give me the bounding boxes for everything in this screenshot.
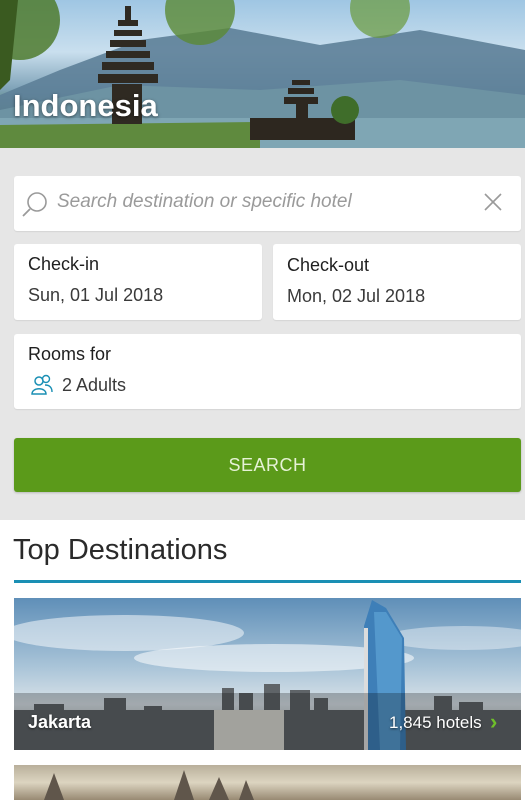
hero-landscape-image (0, 0, 525, 148)
rooms-field[interactable]: Rooms for 2 Adults (14, 334, 521, 409)
close-icon[interactable] (484, 193, 502, 211)
checkout-value: Mon, 02 Jul 2018 (287, 286, 426, 306)
destination-card-next[interactable] (14, 765, 521, 800)
hotel-count: 1,845 hotels (389, 713, 482, 732)
hero-banner: Indonesia (0, 0, 525, 148)
temple-image (14, 765, 521, 800)
section-heading: Top Destinations (13, 534, 228, 566)
checkin-label: Check-in (28, 254, 100, 274)
search-placeholder: Search destination or specific hotel (57, 191, 352, 212)
search-button[interactable]: SEARCH (14, 438, 521, 492)
people-icon (31, 374, 53, 395)
checkout-field[interactable]: Check-out Mon, 02 Jul 2018 (273, 244, 521, 320)
page-title: Indonesia (13, 88, 158, 123)
rooms-value: 2 Adults (62, 375, 127, 395)
search-icon (22, 192, 47, 217)
checkout-label: Check-out (287, 255, 370, 275)
checkin-field[interactable]: Check-in Sun, 01 Jul 2018 (14, 244, 262, 320)
chevron-right-icon: › (490, 709, 498, 734)
rooms-label: Rooms for (28, 344, 112, 364)
heading-underline (14, 580, 521, 583)
checkin-value: Sun, 01 Jul 2018 (28, 285, 164, 305)
destination-name: Jakarta (28, 712, 92, 732)
